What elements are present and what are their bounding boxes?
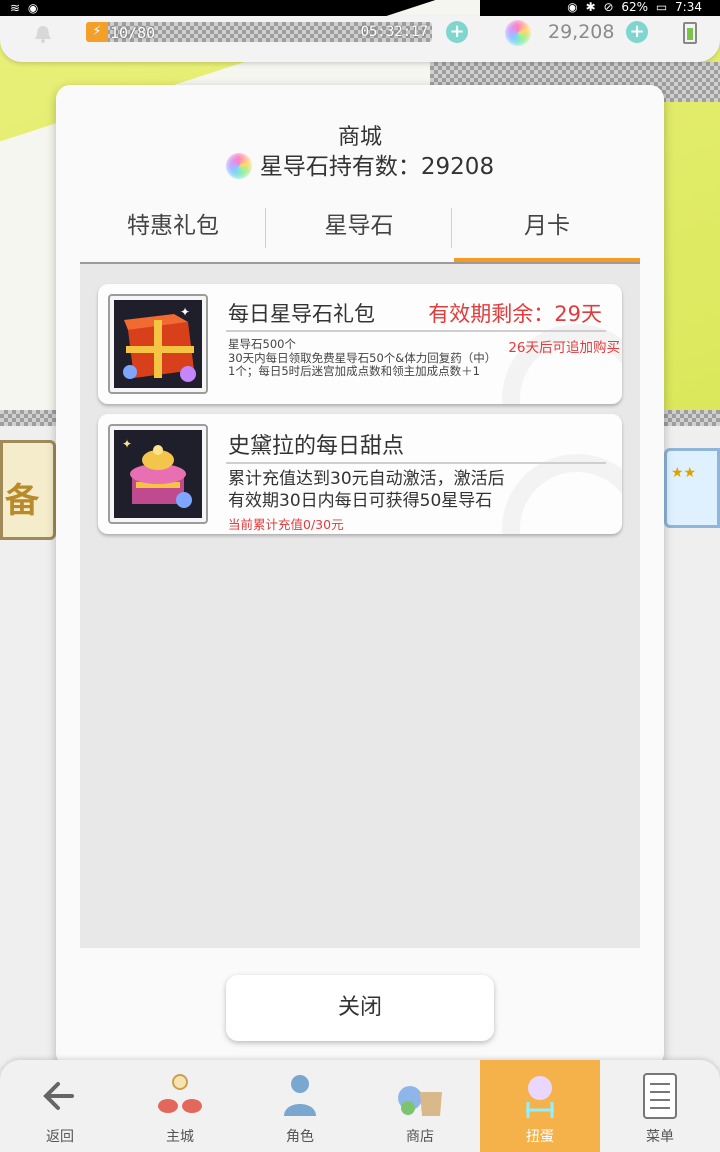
status-right: ◉ ✱ ⊘ 62% ▭ 7:34 (563, 0, 702, 14)
dessert-name: 史黛拉的每日甜点 (228, 434, 405, 459)
desc-line: 星导石500个 (228, 337, 296, 351)
nav-main-city[interactable]: 主城 (120, 1060, 240, 1152)
tab-label: 月卡 (524, 213, 570, 239)
nav-label: 角色 (286, 1129, 314, 1145)
tab-label: 特惠礼包 (127, 213, 219, 239)
mute-icon: ⊘ (603, 0, 614, 14)
event-banner-right[interactable]: ★★ (664, 448, 720, 528)
shop-tabs: 特惠礼包 星导石 月卡 (80, 200, 640, 264)
castle-icon (158, 1074, 202, 1113)
shop-bag-icon (398, 1086, 442, 1116)
rebuy-note: 26天后可追加购买 (508, 340, 620, 356)
daily-dessert-card[interactable]: ✦ 史黛拉的每日甜点 累计充值达到30元自动激活，激活后 有效期30日内每日可获… (98, 414, 622, 534)
tab-star-gems[interactable]: 星导石 (266, 200, 452, 264)
shop-dialog: 商城 星导石持有数：29208 特惠礼包 星导石 月卡 ✦ 每日星导石礼包 有效… (56, 85, 664, 1067)
wifi-icon: ≋ ◉ (10, 1, 41, 15)
cake-icon: ✦ (114, 430, 202, 518)
system-status-bar: ≋ ◉ ◉ ✱ ⊘ 62% ▭ 7:34 (0, 0, 720, 16)
dessert-description: 累计充值达到30元自动激活，激活后 有效期30日内每日可获得50星导石 (228, 468, 588, 512)
gem-holding: 星导石持有数：29208 (56, 147, 664, 181)
gem-holding-text: 星导石持有数：29208 (259, 154, 495, 180)
dessert-thumbnail: ✦ (108, 424, 208, 524)
stamina-bar: ⚡ 10/80 05:32:17 (86, 22, 432, 42)
star-gem-icon (505, 20, 531, 46)
clock: 7:34 (675, 0, 702, 14)
nav-shop[interactable]: 商店 (360, 1060, 480, 1152)
event-banner-left[interactable]: 备 (0, 440, 56, 540)
star-icon: ★★ (671, 465, 697, 481)
validity-remaining: 有效期剩余：29天 (428, 302, 602, 326)
menu-list-icon (643, 1073, 677, 1119)
gem-count: 29,208 (548, 21, 615, 43)
battery-icon: ▭ (655, 0, 668, 14)
stamina-value: 10/80 (110, 24, 156, 42)
nav-label: 扭蛋 (526, 1129, 554, 1145)
desc-line: 1个；每日5时后迷宫加成点数和领主加成点数＋1 (228, 364, 480, 378)
nav-gacha[interactable]: 扭蛋 (480, 1060, 600, 1152)
svg-text:✦: ✦ (180, 305, 190, 319)
desc-line: 30天内每日领取免费星导石50个&体力回复药（中） (228, 350, 497, 365)
gacha-icon (526, 1076, 554, 1118)
add-stamina-plus-icon[interactable]: + (446, 21, 468, 43)
add-gems-plus-icon[interactable]: + (626, 21, 648, 43)
gift-box-icon: ✦ (114, 300, 202, 388)
eye-icon: ◉ (567, 0, 578, 14)
pack-name: 每日星导石礼包 (228, 302, 375, 326)
bottom-nav: 返回 主城 角色 商店 扭蛋 菜单 (0, 1060, 720, 1152)
tab-label: 星导石 (324, 213, 394, 239)
nav-menu[interactable]: 菜单 (600, 1060, 720, 1152)
star-gem-icon (225, 153, 252, 179)
daily-gem-pack-card[interactable]: ✦ 每日星导石礼包 有效期剩余：29天 星导石500个 30天内每日领取免费星导… (98, 284, 622, 404)
event-banner-left-text: 备 (5, 481, 39, 521)
tab-special-packs[interactable]: 特惠礼包 (80, 200, 266, 264)
nav-label: 主城 (166, 1129, 194, 1145)
stamina-timer: 05:32:17 (360, 24, 428, 40)
desc-line: 有效期30日内每日可获得50星导石 (228, 491, 493, 511)
pack-description: 星导石500个 30天内每日领取免费星导石50个&体力回复药（中） 1个；每日5… (228, 337, 518, 379)
nav-character[interactable]: 角色 (240, 1060, 360, 1152)
tab-monthly-card[interactable]: 月卡 (454, 200, 640, 264)
back-arrow-icon (43, 1082, 74, 1110)
divider (226, 330, 606, 332)
gift-box-thumbnail: ✦ (108, 294, 208, 394)
device-battery-icon (683, 22, 697, 44)
svg-text:✦: ✦ (122, 437, 132, 451)
close-button[interactable]: 关闭 (226, 975, 494, 1041)
stamina-bolt-icon: ⚡ (86, 22, 108, 42)
nav-back[interactable]: 返回 (0, 1060, 120, 1152)
bluetooth-icon: ✱ (585, 0, 596, 14)
recharge-progress: 当前累计充值0/30元 (228, 517, 344, 532)
nav-label: 菜单 (646, 1129, 674, 1145)
nav-label: 返回 (46, 1129, 74, 1145)
monthly-card-list: ✦ 每日星导石礼包 有效期剩余：29天 星导石500个 30天内每日领取免费星导… (80, 264, 640, 948)
bell-icon[interactable] (32, 24, 54, 44)
desc-line: 累计充值达到30元自动激活，激活后 (228, 469, 505, 489)
battery-percent: 62% (621, 0, 649, 14)
character-icon (284, 1075, 316, 1116)
divider (226, 462, 606, 464)
top-hud: ⚡ 10/80 05:32:17 + 29,208 + (0, 16, 720, 62)
nav-label: 商店 (406, 1129, 434, 1145)
